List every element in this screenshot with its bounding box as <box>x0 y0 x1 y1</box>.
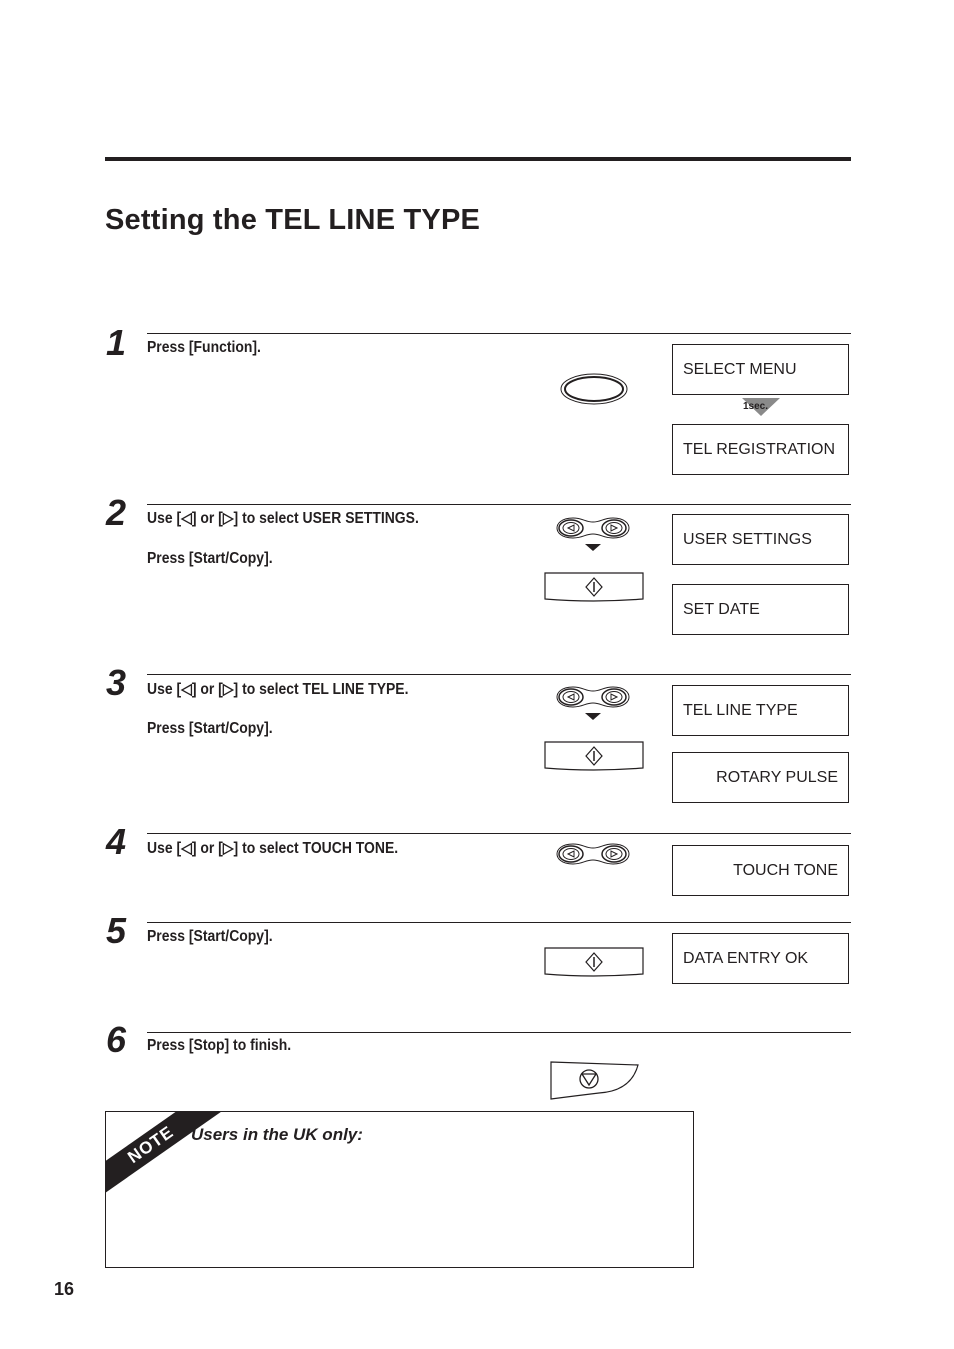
step-instruction: Press [Start/Copy]. <box>147 720 273 737</box>
lcd-display: ROTARY PULSE <box>672 752 849 803</box>
lcd-display: DATA ENTRY OK <box>672 933 849 984</box>
step-instruction: Press [Stop] to finish. <box>147 1037 292 1054</box>
lcd-text: TEL REGISTRATION <box>683 440 836 458</box>
step-number: 1 <box>106 322 127 363</box>
step-divider <box>147 333 851 334</box>
step-divider <box>147 922 851 923</box>
arrow-keys-icon <box>556 686 630 720</box>
step-divider <box>147 504 851 505</box>
lcd-text: TEL LINE TYPE <box>683 701 798 719</box>
lcd-text: ROTARY PULSE <box>716 768 838 786</box>
lcd-text: USER SETTINGS <box>683 530 812 548</box>
start-copy-key-icon <box>544 741 644 771</box>
top-rule <box>105 157 851 161</box>
lcd-text: TOUCH TONE <box>733 861 838 879</box>
lcd-display: SELECT MENU <box>672 344 849 395</box>
arrow-keys-icon <box>556 843 630 865</box>
arrow-keys-icon <box>556 517 630 551</box>
step-instruction: Press [Function]. <box>147 339 261 356</box>
step-divider <box>147 833 851 834</box>
step-number: 4 <box>106 821 127 862</box>
lcd-display: SET DATE <box>672 584 849 635</box>
start-copy-key-icon <box>544 572 644 602</box>
step-instruction: Use [◁] or [▷] to select USER SETTINGS. <box>147 510 419 527</box>
lcd-display: TOUCH TONE <box>672 845 849 896</box>
page-title: Setting the TEL LINE TYPE <box>105 204 481 236</box>
step-divider <box>147 1032 851 1033</box>
lcd-display: TEL REGISTRATION <box>672 424 849 475</box>
page-number: 16 <box>54 1279 75 1299</box>
step-number: 3 <box>106 662 127 703</box>
step-instruction: Press [Start/Copy]. <box>147 928 273 945</box>
step-number: 6 <box>106 1019 127 1060</box>
step-number: 2 <box>106 492 127 533</box>
step-instruction: Press [Start/Copy]. <box>147 550 273 567</box>
lcd-display: USER SETTINGS <box>672 514 849 565</box>
lcd-text: SET DATE <box>683 600 760 618</box>
note-heading: Users in the UK only: <box>191 1125 363 1144</box>
stop-key-icon <box>550 1061 639 1100</box>
step-number: 5 <box>106 910 127 951</box>
step-instruction: Use [◁] or [▷] to select TEL LINE TYPE. <box>147 681 409 698</box>
step-divider <box>147 674 851 675</box>
lcd-text: SELECT MENU <box>683 360 797 378</box>
lcd-text: DATA ENTRY OK <box>683 949 809 967</box>
lcd-display: TEL LINE TYPE <box>672 685 849 736</box>
delay-label: 1sec. <box>743 401 769 412</box>
function-key-icon <box>560 373 628 405</box>
step-instruction: Use [◁] or [▷] to select TOUCH TONE. <box>147 840 399 857</box>
start-copy-key-icon <box>544 947 644 977</box>
